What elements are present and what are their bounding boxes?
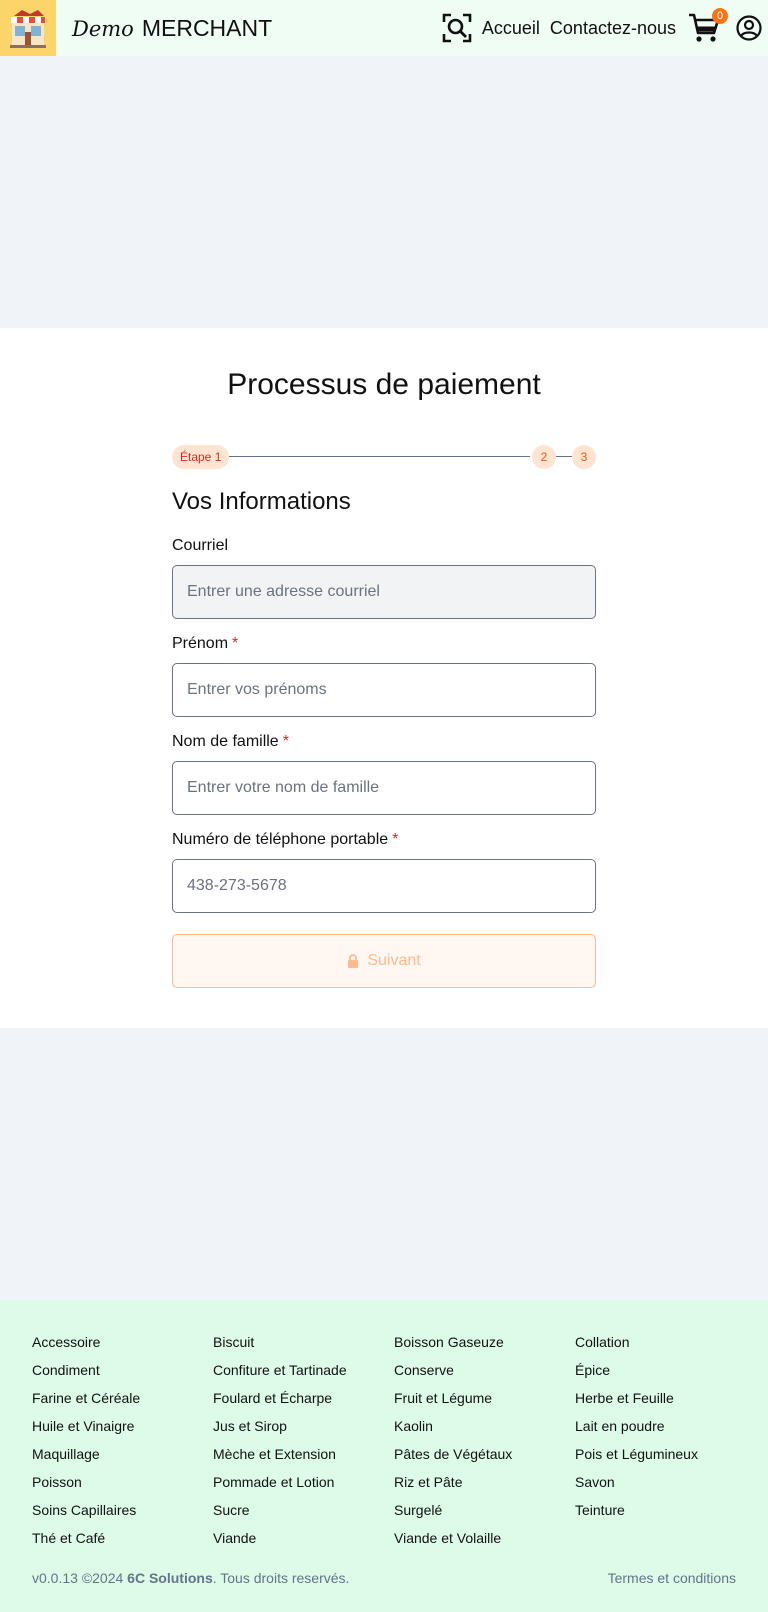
footer-category-link[interactable]: Huile et Vinaigre <box>32 1418 213 1446</box>
footer-category-link[interactable]: Savon <box>575 1474 752 1502</box>
phone-label: Numéro de téléphone portable * <box>172 831 596 851</box>
footer-category-link[interactable]: Foulard et Écharpe <box>213 1390 394 1418</box>
next-button[interactable]: Suivant <box>172 934 596 988</box>
footer-category-link[interactable]: Accessoire <box>32 1334 213 1362</box>
cart-count-badge: 0 <box>712 8 728 24</box>
footer-category-link[interactable]: Thé et Café <box>32 1530 213 1558</box>
category-links: Accessoire Biscuit Boisson Gaseuze Collatio… <box>32 1334 752 1558</box>
rights-text: . Tous droits reservés. <box>212 1570 350 1586</box>
step-1-badge: Étape 1 <box>172 445 230 469</box>
lastname-field[interactable] <box>172 761 596 815</box>
footer-category-link[interactable]: Lait en poudre <box>575 1418 752 1446</box>
footer-category-link[interactable]: Mèche et Extension <box>213 1446 394 1474</box>
footer-category-link[interactable]: Viande et Volaille <box>394 1530 575 1558</box>
footer-category-link[interactable]: Pâtes de Végétaux <box>394 1446 575 1474</box>
copyright: v0.0.13 ©2024 6C Solutions. Tous droits … <box>32 1570 349 1586</box>
footer-category-link[interactable]: Sucre <box>213 1502 394 1530</box>
account-icon[interactable] <box>736 15 762 41</box>
version-text: v0.0.13 ©2024 <box>32 1570 124 1586</box>
footer-category-link[interactable]: Jus et Sirop <box>213 1418 394 1446</box>
email-group: Courriel <box>172 537 596 619</box>
footer-category-link[interactable]: Condiment <box>32 1362 213 1390</box>
stepper-line <box>228 456 530 457</box>
footer-bottom: v0.0.13 ©2024 6C Solutions. Tous droits … <box>32 1570 736 1586</box>
next-button-label: Suivant <box>367 952 421 969</box>
brand-name: MERCHANT <box>141 14 273 41</box>
footer-category-link[interactable]: Fruit et Légume <box>394 1390 575 1418</box>
footer-category-link[interactable]: Viande <box>213 1530 394 1558</box>
shop-logo[interactable] <box>0 0 56 56</box>
footer-category-link[interactable]: Herbe et Feuille <box>575 1390 752 1418</box>
phone-field[interactable] <box>172 859 596 913</box>
footer-category-link[interactable]: Soins Capillaires <box>32 1502 213 1530</box>
required-marker: * <box>232 635 239 652</box>
lastname-label-text: Nom de famille <box>172 733 279 750</box>
footer-category-link[interactable]: Maquillage <box>32 1446 213 1474</box>
phone-group: Numéro de téléphone portable * <box>172 831 596 913</box>
required-marker: * <box>392 831 399 848</box>
footer-category-link[interactable]: Pommade et Lotion <box>213 1474 394 1502</box>
page-title: Processus de paiement <box>227 368 541 401</box>
email-field[interactable] <box>172 565 596 619</box>
step-2-badge: 2 <box>532 445 556 469</box>
footer-category-link[interactable]: Surgelé <box>394 1502 575 1530</box>
lastname-label: Nom de famille * <box>172 733 596 753</box>
footer-category-link[interactable]: Teinture <box>575 1502 752 1530</box>
site-header: Demo MERCHANT Accueil Contactez-nous 0 <box>0 0 768 56</box>
required-marker: * <box>282 733 289 750</box>
email-label-text: Courriel <box>172 537 229 554</box>
phone-label-text: Numéro de téléphone portable <box>172 831 389 848</box>
section-title: Vos Informations <box>172 488 351 515</box>
lastname-group: Nom de famille * <box>172 733 596 815</box>
footer-category-link[interactable]: Conserve <box>394 1362 575 1390</box>
brand[interactable]: Demo MERCHANT <box>72 15 272 42</box>
footer-category-link[interactable]: Collation <box>575 1334 752 1362</box>
top-nav: Accueil Contactez-nous 0 <box>442 0 768 56</box>
nav-home-link[interactable]: Accueil <box>482 18 540 39</box>
footer-category-link[interactable]: Épice <box>575 1362 752 1390</box>
footer-category-link[interactable]: Biscuit <box>213 1334 394 1362</box>
company-link[interactable]: 6C Solutions <box>127 1570 213 1586</box>
terms-link[interactable]: Termes et conditions <box>608 1570 736 1586</box>
checkout-panel: Processus de paiement Étape 1 2 3 Vos In… <box>0 328 768 1028</box>
storefront-logo-icon <box>2 2 54 54</box>
nav-contact-link[interactable]: Contactez-nous <box>550 18 676 39</box>
stepper-line <box>556 456 572 457</box>
footer-category-link[interactable]: Riz et Pâte <box>394 1474 575 1502</box>
firstname-label-text: Prénom <box>172 635 229 652</box>
site-footer: Accessoire Biscuit Boisson Gaseuze Collatio… <box>0 1300 768 1612</box>
search-icon[interactable] <box>442 13 472 43</box>
step-3-badge: 3 <box>572 445 596 469</box>
email-label: Courriel <box>172 537 596 557</box>
firstname-field[interactable] <box>172 663 596 717</box>
lock-icon <box>347 954 359 968</box>
firstname-group: Prénom * <box>172 635 596 717</box>
firstname-label: Prénom * <box>172 635 596 655</box>
footer-category-link[interactable]: Farine et Céréale <box>32 1390 213 1418</box>
footer-category-link[interactable]: Boisson Gaseuze <box>394 1334 575 1362</box>
checkout-stepper: Étape 1 2 3 <box>172 445 596 469</box>
footer-category-link[interactable]: Poisson <box>32 1474 213 1502</box>
footer-category-link[interactable]: Pois et Légumineux <box>575 1446 752 1474</box>
cart-icon[interactable]: 0 <box>688 8 728 43</box>
footer-category-link[interactable]: Confiture et Tartinade <box>213 1362 394 1390</box>
brand-demo: Demo <box>72 16 134 41</box>
footer-category-link[interactable]: Kaolin <box>394 1418 575 1446</box>
